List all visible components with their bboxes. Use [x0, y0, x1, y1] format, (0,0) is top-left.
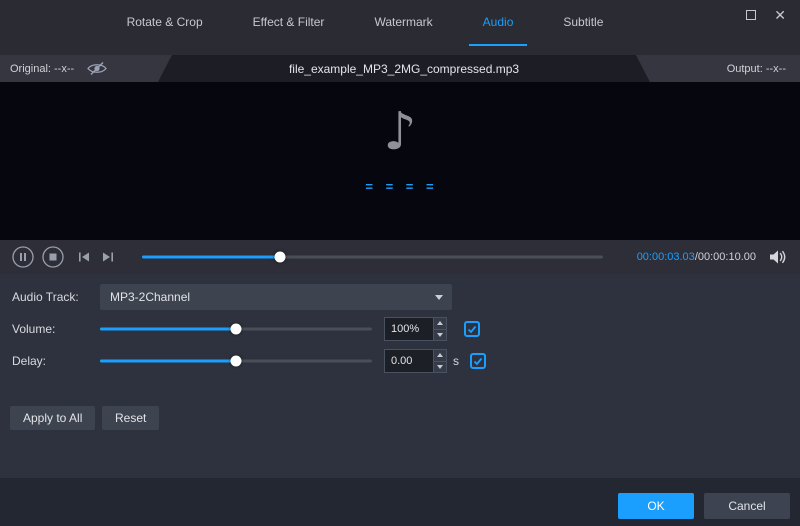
tab-subtitle[interactable]: Subtitle: [549, 0, 617, 46]
delay-slider-handle[interactable]: [230, 355, 242, 367]
check-icon: [473, 357, 483, 366]
delay-value-field: [384, 349, 447, 373]
down-arrow-icon: [437, 332, 443, 337]
volume-label: Volume:: [12, 322, 56, 336]
skip-back-icon: [79, 252, 89, 262]
skip-forward-icon: [103, 252, 113, 262]
up-arrow-icon: [437, 321, 443, 326]
reset-button[interactable]: Reset: [102, 406, 160, 430]
current-time: 00:00:03.03: [636, 251, 695, 263]
preview-area: ♪ = = = =: [0, 82, 800, 240]
original-section: Original: --x--: [0, 55, 172, 82]
audio-track-value: MP3-2Channel: [110, 290, 191, 304]
time-display: 00:00:03.03/00:00:10.00: [637, 251, 756, 263]
footer-bar: OK Cancel: [0, 478, 800, 526]
tab-list: Rotate & Crop Effect & Filter Watermark …: [0, 0, 800, 46]
volume-spinner-up[interactable]: [434, 318, 446, 330]
volume-slider[interactable]: [100, 316, 372, 342]
volume-value-field: [384, 317, 447, 341]
toggle-original-button[interactable]: [86, 61, 108, 76]
delay-check-button[interactable]: [470, 353, 486, 369]
seek-slider-handle[interactable]: [274, 251, 286, 263]
stop-button[interactable]: [42, 246, 64, 268]
eye-off-icon: [86, 61, 108, 76]
delay-spinner: [433, 350, 446, 372]
cancel-button[interactable]: Cancel: [704, 493, 790, 519]
pause-button[interactable]: [12, 246, 34, 268]
tab-bar: Rotate & Crop Effect & Filter Watermark …: [0, 0, 800, 46]
maximize-icon: [746, 10, 757, 20]
audio-settings-panel: Audio Track: MP3-2Channel Volume: 100% D…: [0, 274, 800, 478]
tab-watermark[interactable]: Watermark: [360, 0, 446, 46]
audio-track-label: Audio Track:: [12, 290, 79, 304]
transport-bar: 00:00:03.03/00:00:10.00: [0, 240, 800, 274]
next-frame-button[interactable]: [100, 249, 116, 265]
mute-button[interactable]: [768, 249, 788, 265]
previous-frame-button[interactable]: [76, 249, 92, 265]
down-arrow-icon: [437, 364, 443, 369]
speaker-icon: [770, 250, 786, 264]
audio-editor-window: Rotate & Crop Effect & Filter Watermark …: [0, 0, 800, 526]
delay-slider[interactable]: [100, 348, 372, 374]
audio-track-row: Audio Track: MP3-2Channel: [0, 284, 800, 310]
equalizer-icon: = = = =: [365, 179, 435, 194]
music-note-icon: ♪: [383, 102, 417, 162]
maximize-button[interactable]: [746, 10, 757, 20]
total-time: 00:00:10.00: [697, 251, 756, 263]
pause-icon: [12, 246, 34, 268]
chevron-down-icon: [435, 295, 443, 300]
delay-slider-fill: [100, 359, 236, 363]
output-label: Output: --x--: [726, 62, 786, 75]
volume-slider-fill: [100, 327, 236, 331]
audio-track-select[interactable]: MP3-2Channel: [100, 284, 452, 310]
up-arrow-icon: [437, 353, 443, 358]
delay-unit-label: s: [453, 354, 459, 368]
tab-audio[interactable]: Audio: [468, 0, 528, 46]
window-controls: ✕: [746, 8, 786, 22]
volume-check-button[interactable]: [464, 321, 480, 337]
delay-row: Delay: s: [0, 348, 800, 374]
check-icon: [467, 325, 477, 334]
delay-label: Delay:: [12, 354, 47, 368]
delay-spinner-down[interactable]: [434, 361, 446, 372]
close-icon: ✕: [774, 7, 786, 23]
volume-row: Volume:: [0, 316, 800, 342]
tab-rotate-crop[interactable]: Rotate & Crop: [113, 0, 217, 46]
filename-strip: file_example_MP3_2MG_compressed.mp3: [158, 55, 650, 82]
original-label: Original: --x--: [10, 62, 75, 75]
info-bar: Original: --x-- file_example_MP3_2MG_com…: [0, 46, 800, 82]
volume-slider-handle[interactable]: [230, 323, 242, 335]
ok-button[interactable]: OK: [618, 493, 694, 519]
apply-to-all-button[interactable]: Apply to All: [10, 406, 96, 430]
output-section: Output: --x--: [636, 55, 800, 82]
tab-effect-filter[interactable]: Effect & Filter: [239, 0, 339, 46]
close-button[interactable]: ✕: [774, 8, 786, 22]
volume-spinner-down[interactable]: [434, 329, 446, 340]
stop-icon: [42, 246, 64, 268]
file-name: file_example_MP3_2MG_compressed.mp3: [288, 61, 520, 76]
volume-spinner: [433, 318, 446, 340]
seek-slider-fill: [142, 255, 281, 259]
delay-spinner-up[interactable]: [434, 350, 446, 362]
seek-slider[interactable]: [142, 246, 603, 268]
